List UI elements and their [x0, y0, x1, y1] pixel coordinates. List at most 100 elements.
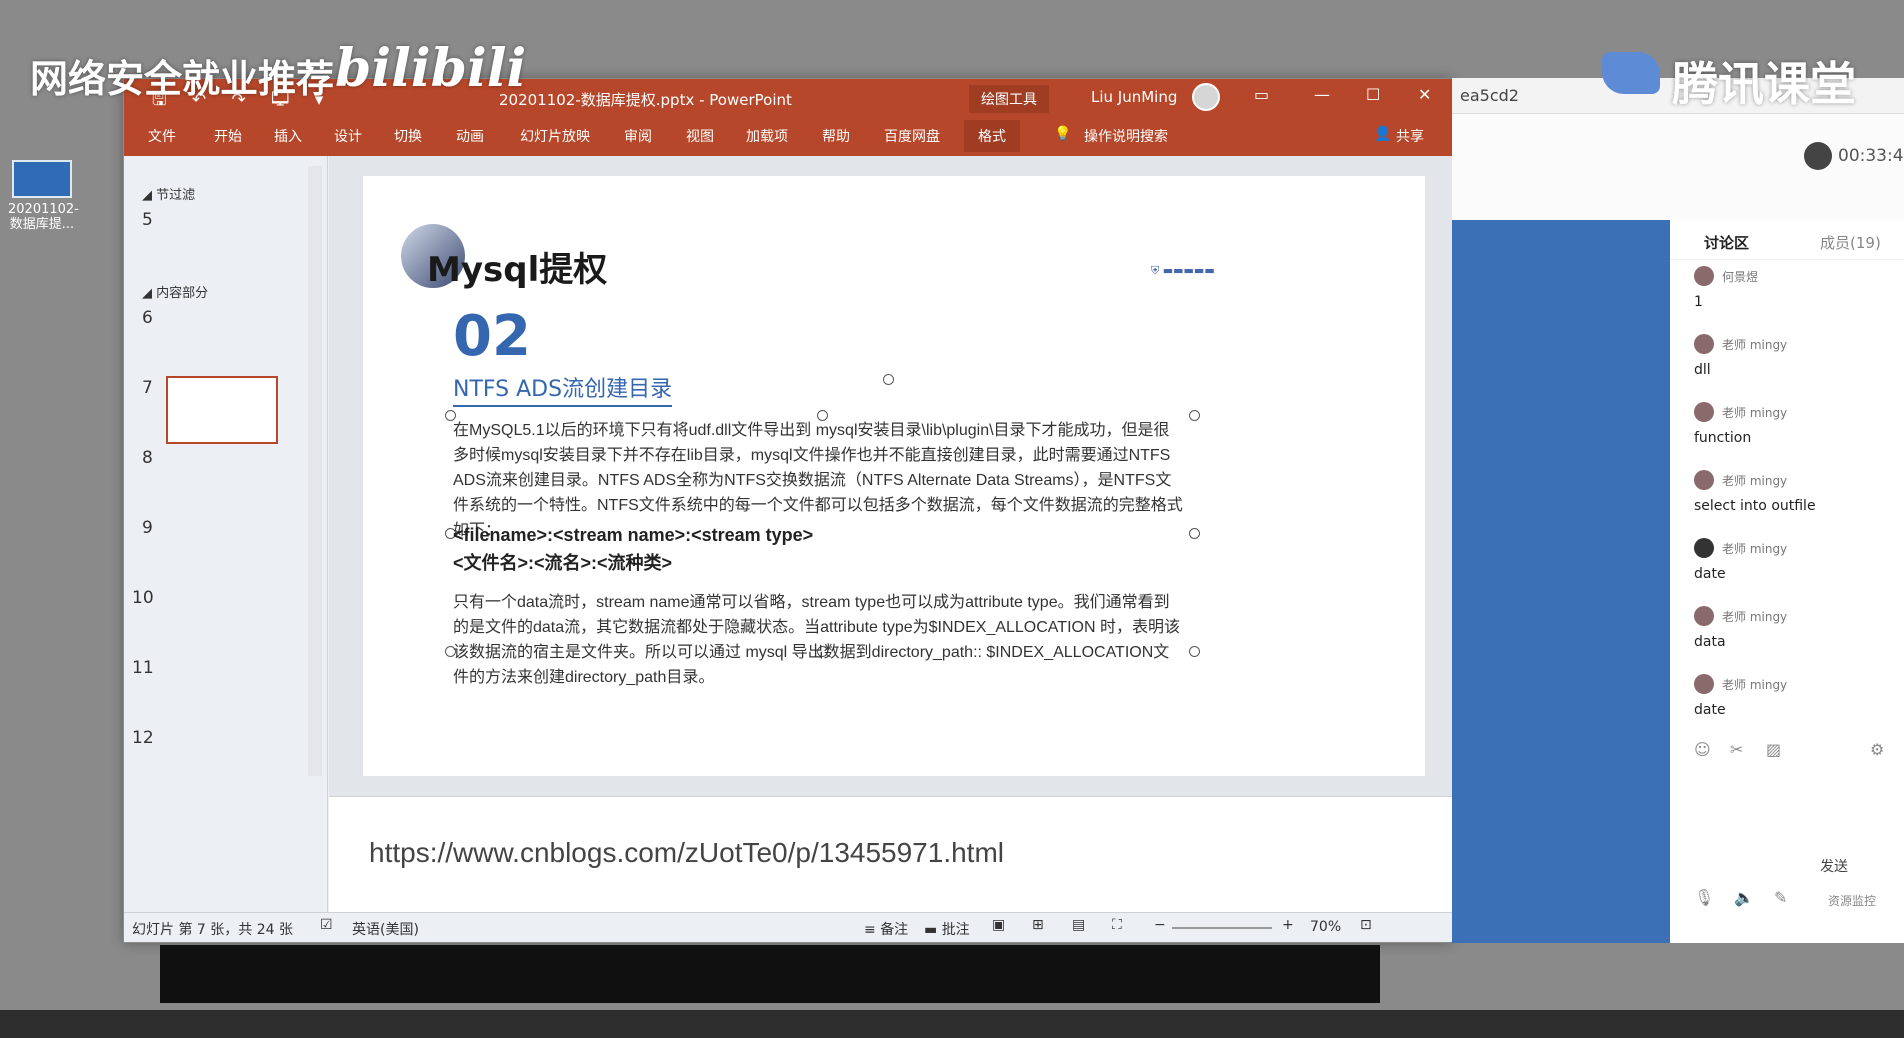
- watermark-right: 腾讯课堂: [1672, 57, 1856, 111]
- body-paragraph-2[interactable]: 只有一个data流时，stream name通常可以省略，stream type…: [453, 590, 1183, 690]
- user-name[interactable]: Liu JunMing: [1091, 88, 1177, 106]
- tab-review[interactable]: 审阅: [624, 126, 652, 146]
- tab-members[interactable]: 成员(19): [1820, 232, 1881, 253]
- slide-number: 12: [132, 728, 154, 748]
- chat-message: 老师 mingy date: [1694, 670, 1900, 738]
- status-bar: 幻灯片 第 7 张，共 24 张 ☑ 英语(美国) ≡ 备注 ▬ 批注 ▣ ⊞ …: [124, 912, 1452, 942]
- pen-icon[interactable]: ✎: [1774, 888, 1787, 907]
- host-avatar: [1804, 142, 1832, 170]
- slide-thumbnail[interactable]: [164, 656, 276, 724]
- tab-discussion[interactable]: 讨论区: [1704, 232, 1749, 253]
- resize-handle[interactable]: [1189, 646, 1200, 657]
- send-button[interactable]: 发送: [1820, 856, 1848, 876]
- powerpoint-window: 🖫 ↶ ↷ 🖵 ▾ 20201102-数据库提权.pptx - PowerPoi…: [123, 78, 1452, 943]
- lightbulb-icon: 💡: [1054, 126, 1072, 142]
- resize-handle[interactable]: [1189, 528, 1200, 539]
- slide-number: 6: [142, 308, 153, 328]
- notes-text[interactable]: https://www.cnblogs.com/zUotTe0/p/134559…: [369, 837, 1004, 869]
- message-text: date: [1694, 702, 1726, 718]
- user-avatar: [1694, 334, 1714, 354]
- bilibili-logo: bilibili: [335, 38, 527, 99]
- notes-pane[interactable]: https://www.cnblogs.com/zUotTe0/p/134559…: [329, 796, 1452, 912]
- class-timer: 00:33:4: [1838, 146, 1904, 166]
- stream-format-en[interactable]: <filename>:<stream name>:<stream type>: [453, 521, 1183, 549]
- tab-help[interactable]: 帮助: [822, 126, 850, 146]
- taskbar: [0, 1010, 1904, 1038]
- slide-thumbnail[interactable]: [164, 726, 276, 794]
- tab-home[interactable]: 开始: [214, 126, 242, 146]
- user-avatar: [1694, 606, 1714, 626]
- tab-format[interactable]: 格式: [964, 120, 1020, 152]
- reading-view-icon[interactable]: ▤: [1072, 917, 1085, 933]
- user-avatar: [1694, 674, 1714, 694]
- normal-view-icon[interactable]: ▣: [992, 917, 1005, 933]
- slide-title[interactable]: Mysql提权: [427, 242, 607, 291]
- slide-thumbnail[interactable]: [164, 304, 276, 372]
- fit-slide-icon[interactable]: ⊡: [1360, 917, 1372, 933]
- resource-monitor[interactable]: 资源监控: [1828, 892, 1876, 909]
- spellcheck-icon[interactable]: ☑: [320, 917, 333, 933]
- comments-button-label: 批注: [941, 922, 970, 938]
- slide-thumbnail-selected[interactable]: [166, 376, 278, 444]
- slide-number: 5: [142, 210, 153, 230]
- slide-subtitle[interactable]: NTFS ADS流创建目录: [453, 371, 673, 407]
- message-author: 老师 mingy: [1722, 406, 1788, 420]
- minimize-icon[interactable]: —: [1314, 85, 1330, 104]
- scissors-icon[interactable]: ✂: [1730, 740, 1743, 759]
- slide-thumbnail[interactable]: [164, 586, 276, 654]
- tab-insert[interactable]: 插入: [274, 126, 302, 146]
- user-avatar: [1694, 470, 1714, 490]
- chat-message: 老师 mingy dll: [1694, 330, 1900, 398]
- tab-addins[interactable]: 加载项: [746, 126, 788, 146]
- language[interactable]: 英语(美国): [352, 919, 419, 939]
- image-icon[interactable]: ▨: [1766, 740, 1781, 759]
- slide-thumbnail[interactable]: [164, 446, 276, 514]
- slide-thumbnail[interactable]: [164, 208, 276, 276]
- zoom-level[interactable]: 70%: [1310, 919, 1341, 935]
- slide-sorter-icon[interactable]: ⊞: [1032, 917, 1044, 933]
- message-text: date: [1694, 566, 1726, 582]
- slide-edit-area: Mysql提权 ⛨ ▬▬▬▬▬ 02 NTFS ADS流创建目录 在MySQL5…: [329, 156, 1452, 796]
- slide-number: 10: [132, 588, 154, 608]
- comments-button[interactable]: ▬ 批注: [924, 919, 970, 939]
- message-text: data: [1694, 634, 1726, 650]
- tab-baidu[interactable]: 百度网盘: [884, 126, 940, 146]
- message-author: 老师 mingy: [1722, 338, 1788, 352]
- tell-me-search[interactable]: 操作说明搜索: [1084, 126, 1168, 146]
- section-number[interactable]: 02: [453, 304, 531, 369]
- watermark-left: 网络安全就业推荐: [30, 57, 335, 101]
- microphone-icon[interactable]: 🎙: [1694, 888, 1714, 907]
- desktop-file-icon[interactable]: 20201102-数据库提...: [8, 160, 79, 232]
- notes-button[interactable]: ≡ 备注: [864, 919, 908, 939]
- slide-canvas[interactable]: Mysql提权 ⛨ ▬▬▬▬▬ 02 NTFS ADS流创建目录 在MySQL5…: [363, 176, 1425, 776]
- tab-slideshow[interactable]: 幻灯片放映: [520, 126, 590, 146]
- slide-thumbnail[interactable]: [164, 516, 276, 584]
- stream-format-cn[interactable]: <文件名>:<流名>:<流种类>: [453, 549, 1183, 577]
- maximize-icon[interactable]: ☐: [1366, 85, 1380, 104]
- section-header-content[interactable]: ◢ 内容部分: [142, 282, 208, 301]
- user-avatar[interactable]: [1192, 83, 1220, 111]
- chat-message: 老师 mingy date: [1694, 534, 1900, 602]
- message-text: select into outfile: [1694, 498, 1816, 514]
- section-header-filter[interactable]: ◢ 节过滤: [142, 184, 195, 203]
- section-label: 内容部分: [156, 286, 209, 301]
- tab-file[interactable]: 文件: [148, 126, 176, 146]
- tab-transitions[interactable]: 切换: [394, 126, 422, 146]
- share-button[interactable]: 共享: [1396, 126, 1424, 146]
- zoom-slider[interactable]: [1172, 927, 1272, 929]
- message-text: dll: [1694, 362, 1711, 378]
- tab-animations[interactable]: 动画: [456, 126, 484, 146]
- tab-view[interactable]: 视图: [686, 126, 714, 146]
- close-icon[interactable]: ✕: [1418, 85, 1431, 104]
- zoom-in-icon[interactable]: +: [1282, 917, 1294, 933]
- zoom-out-icon[interactable]: −: [1154, 917, 1166, 933]
- thumbnail-scrollbar[interactable]: [308, 166, 322, 776]
- settings-icon[interactable]: ⚙: [1870, 740, 1884, 759]
- speaker-icon[interactable]: 🔈: [1734, 888, 1754, 907]
- ribbon-display-icon[interactable]: ▭: [1254, 85, 1269, 104]
- rotate-handle-icon[interactable]: [883, 374, 894, 385]
- emoji-icon[interactable]: ☺: [1694, 740, 1711, 759]
- slideshow-icon[interactable]: ⛶: [1112, 917, 1122, 933]
- tab-design[interactable]: 设计: [334, 126, 362, 146]
- resize-handle[interactable]: [1189, 410, 1200, 421]
